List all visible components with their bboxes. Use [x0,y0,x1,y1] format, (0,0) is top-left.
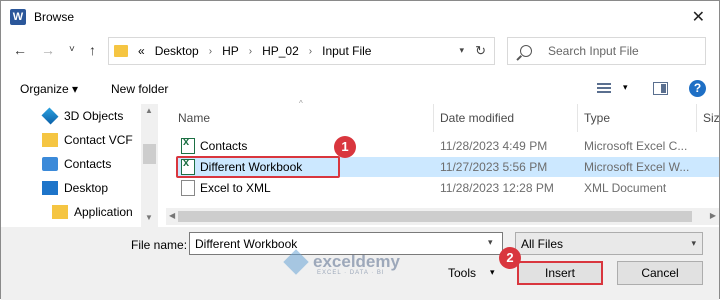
file-list-horizontal-scrollbar[interactable]: ◀ ▶ [166,208,719,225]
watermark-logo: exceldemy EXCEL · DATA · BI [283,249,400,276]
navigation-bar: ← → ˅ ↑ « Desktop › HP › HP_02 › Input F… [1,35,719,67]
file-type: Microsoft Excel C... [584,139,688,153]
window-title: Browse [34,9,75,24]
file-name-label: File name: [131,238,188,252]
up-arrow-icon[interactable]: ↑ [89,42,96,58]
chevron-down-icon[interactable]: ▾ [488,237,493,248]
breadcrumb-separator[interactable]: › [249,46,252,57]
organize-menu[interactable]: Organize ▾ [20,82,78,96]
tree-item-application[interactable]: Application [52,205,133,219]
file-type-value: All Files [521,237,564,251]
breadcrumb-separator[interactable]: › [209,46,212,57]
file-date: 11/27/2023 5:56 PM [440,160,548,174]
column-header-size[interactable]: Size [703,111,720,125]
folder-icon [114,45,128,57]
chevron-down-icon[interactable]: ▾ [691,238,696,249]
tree-item-3d-objects[interactable]: 3D Objects [41,107,124,125]
file-name: Contacts [200,139,248,153]
excel-file-icon [181,136,195,154]
scroll-up-icon[interactable]: ▲ [145,106,153,115]
file-type: XML Document [584,181,667,195]
preview-pane-icon[interactable] [653,82,668,95]
scroll-down-icon[interactable]: ▼ [145,213,153,222]
contacts-icon [42,157,58,171]
tools-menu[interactable]: Tools [448,266,476,280]
word-app-icon: W [10,8,26,25]
scroll-right-icon[interactable]: ▶ [710,211,716,220]
column-divider[interactable] [696,104,697,132]
folder-icon [52,205,68,219]
desktop-icon [42,181,58,195]
search-box[interactable]: Search Input File [507,37,706,65]
tree-item-label: Contacts [64,157,112,171]
file-row-contacts[interactable]: Contacts 11/28/2023 4:49 PM Microsoft Ex… [176,136,719,156]
file-name: Excel to XML [200,181,271,195]
breadcrumb-overflow[interactable]: « [138,44,145,58]
tree-item-contact-vcf[interactable]: Contact VCF [42,133,133,147]
forward-arrow-icon[interactable]: → [41,42,55,58]
address-bar[interactable]: « Desktop › HP › HP_02 › Input File ▾ ↻ [108,37,495,65]
sort-indicator-icon: ^ [299,99,303,108]
column-header-row: ^ Name Date modified Type Size [166,99,720,132]
file-row-excel-to-xml[interactable]: Excel to XML 11/28/2023 12:28 PM XML Doc… [176,178,719,198]
column-header-type[interactable]: Type [584,111,610,125]
breadcrumb-hp02[interactable]: HP_02 [262,44,299,58]
search-placeholder: Search Input File [548,44,639,58]
search-icon [520,45,532,57]
column-header-name[interactable]: Name [178,111,210,125]
title-bar: W Browse ✕ [1,1,719,32]
file-date: 11/28/2023 12:28 PM [440,181,554,195]
breadcrumb-separator[interactable]: › [309,46,312,57]
view-options-icon[interactable] [597,83,611,95]
file-type-select[interactable]: All Files ▾ [515,232,703,255]
cancel-button[interactable]: Cancel [617,261,703,285]
scroll-left-icon[interactable]: ◀ [169,211,175,220]
chevron-down-icon[interactable]: ▾ [490,267,495,278]
new-folder-button[interactable]: New folder [111,82,168,96]
step-badge-1: 1 [334,136,356,158]
chevron-down-icon[interactable]: ▾ [459,45,464,56]
file-type: Microsoft Excel W... [584,160,690,174]
command-toolbar: Organize ▾ New folder ▾ ? [1,77,719,101]
tree-item-label: Contact VCF [64,133,133,147]
document-file-icon [181,180,195,196]
scrollbar-thumb[interactable] [143,144,156,164]
tree-item-label: Application [74,205,133,219]
selection-annotation-box [176,156,340,178]
navigation-pane-scrollbar[interactable]: ▲ ▼ [141,104,158,227]
tree-item-label: 3D Objects [64,109,124,123]
tree-item-desktop[interactable]: Desktop [42,181,108,195]
breadcrumb-hp[interactable]: HP [222,44,239,58]
breadcrumb-input-file[interactable]: Input File [322,44,371,58]
close-icon[interactable]: ✕ [692,7,705,27]
browse-dialog: W Browse ✕ ← → ˅ ↑ « Desktop › HP › HP_0… [0,0,720,300]
tree-item-contacts[interactable]: Contacts [42,157,111,171]
help-icon[interactable]: ? [689,80,706,97]
column-header-date[interactable]: Date modified [440,111,514,125]
chevron-down-icon[interactable]: ▾ [623,82,628,93]
scrollbar-thumb[interactable] [178,211,692,222]
cube-3d-icon [41,107,59,125]
navigation-pane: 3D Objects Contact VCF Contacts Desktop … [1,104,158,227]
refresh-icon[interactable]: ↻ [475,43,486,59]
watermark-tagline: EXCEL · DATA · BI [317,270,385,276]
folder-icon [42,133,58,147]
step-badge-2: 2 [499,247,521,269]
file-date: 11/28/2023 4:49 PM [440,139,548,153]
back-arrow-icon[interactable]: ← [13,42,27,58]
recent-locations-icon[interactable]: ˅ [69,44,75,55]
tree-item-label: Desktop [64,181,109,195]
column-divider[interactable] [433,104,434,132]
breadcrumb-desktop[interactable]: Desktop [155,44,199,58]
insert-button[interactable]: Insert [517,261,603,285]
exceldemy-logo-icon [283,249,309,275]
watermark-name: exceldemy [313,252,400,271]
column-divider[interactable] [577,104,578,132]
